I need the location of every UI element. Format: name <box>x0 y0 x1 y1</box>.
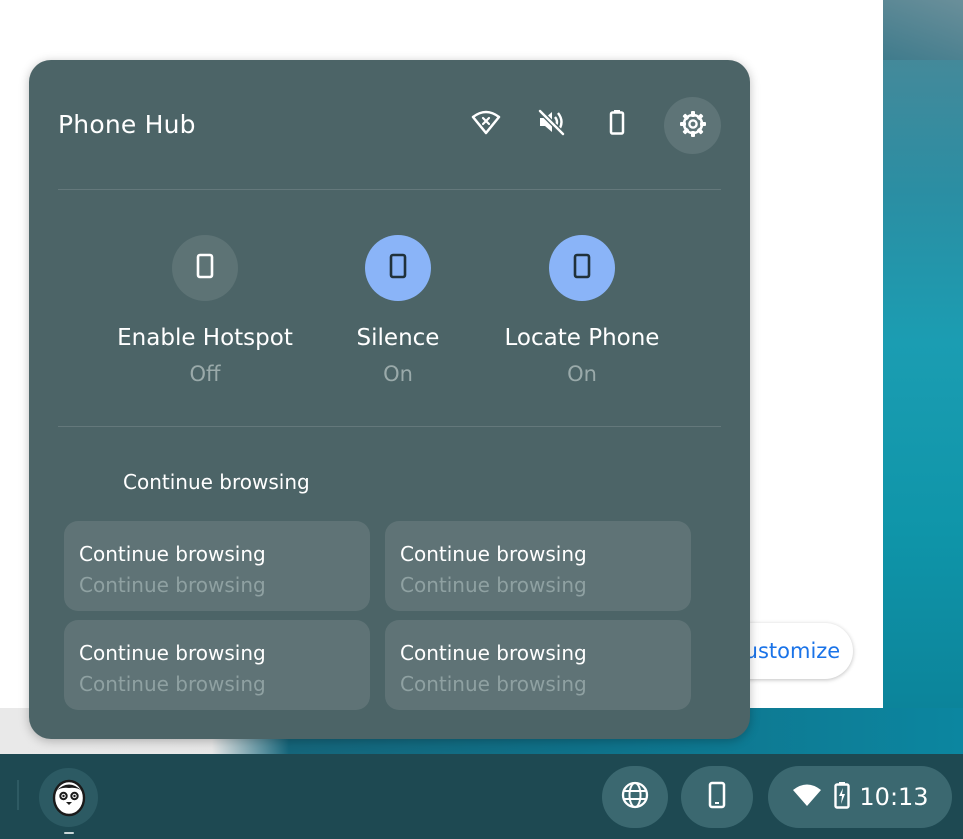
chip-title: Continue browsing <box>79 542 266 566</box>
hotspot-toggle-button[interactable] <box>172 235 238 301</box>
battery-charging-icon <box>833 780 851 814</box>
browser-tab-chip[interactable]: Continue browsing Continue browsing <box>385 521 691 611</box>
phone-hub-title: Phone Hub <box>58 110 196 139</box>
browser-tab-chip[interactable]: Continue browsing Continue browsing <box>64 620 370 710</box>
volume-mute-icon <box>535 106 567 138</box>
gear-icon <box>678 109 708 143</box>
phone-hub-bubble: Phone Hub Enable Hotspot Off Silence On … <box>29 60 750 739</box>
phone-hub-tray-button[interactable] <box>681 766 753 828</box>
locate-phone-label: Locate Phone <box>504 325 660 351</box>
hotspot-state: Off <box>189 362 221 386</box>
penguin-avatar-icon <box>47 774 91 822</box>
chip-subtitle: Continue browsing <box>400 573 587 597</box>
shelf-divider <box>17 780 19 810</box>
locate-phone-state: On <box>567 362 597 386</box>
phone-icon <box>194 252 216 284</box>
status-tray-button[interactable]: 10:13 <box>768 766 952 828</box>
wallpaper <box>883 0 963 760</box>
browser-tab-chip[interactable]: Continue browsing Continue browsing <box>385 620 691 710</box>
divider <box>58 189 721 190</box>
settings-button[interactable] <box>664 97 721 154</box>
chip-title: Continue browsing <box>79 641 266 665</box>
locate-phone-toggle-button[interactable] <box>549 235 615 301</box>
clock-time: 10:13 <box>859 783 929 811</box>
chip-title: Continue browsing <box>400 641 587 665</box>
browser-tab-chip[interactable]: Continue browsing Continue browsing <box>64 521 370 611</box>
wifi-icon <box>791 782 823 812</box>
chip-subtitle: Continue browsing <box>79 672 266 696</box>
hotspot-label: Enable Hotspot <box>117 325 293 351</box>
chip-subtitle: Continue browsing <box>79 573 266 597</box>
active-indicator <box>64 832 74 834</box>
chip-title: Continue browsing <box>400 542 587 566</box>
wifi-off-icon <box>470 106 502 138</box>
silence-toggle-button[interactable] <box>365 235 431 301</box>
continue-browsing-title: Continue browsing <box>123 470 310 494</box>
phone-icon <box>571 252 593 284</box>
divider <box>58 426 721 427</box>
phone-icon <box>387 252 409 284</box>
phone-battery-icon <box>601 106 633 138</box>
chip-subtitle: Continue browsing <box>400 672 587 696</box>
globe-tray-button[interactable] <box>602 766 668 828</box>
launcher-button[interactable] <box>39 768 98 827</box>
phone-icon <box>706 780 728 814</box>
globe-icon <box>620 780 650 814</box>
